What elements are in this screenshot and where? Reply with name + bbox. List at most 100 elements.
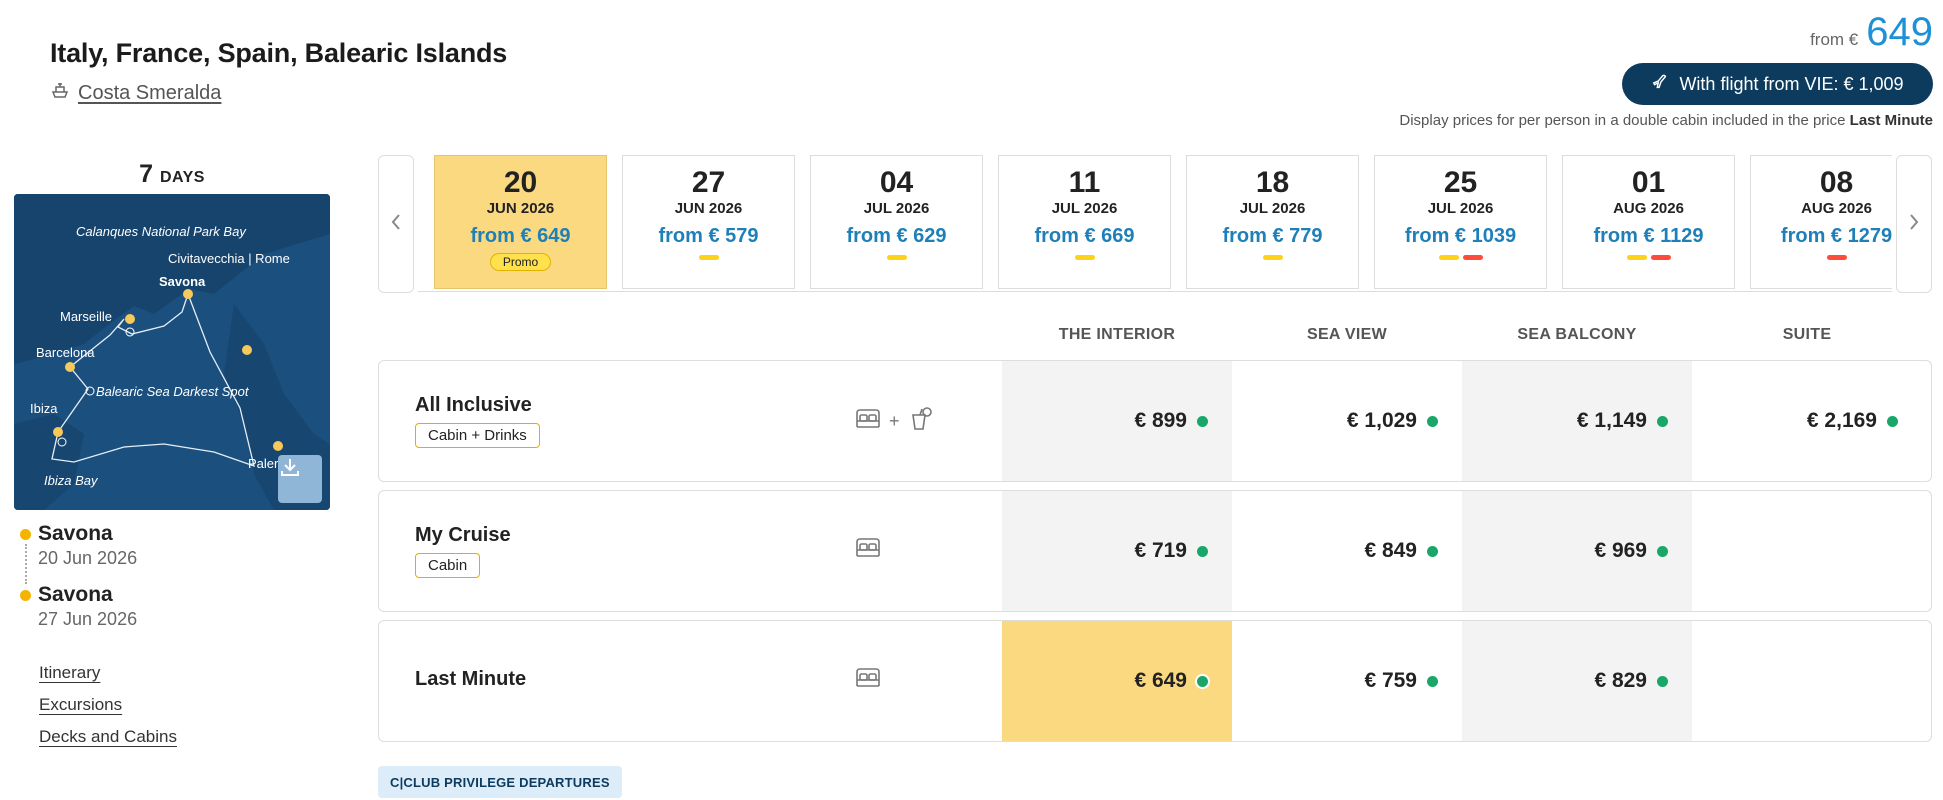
detail-links: Itinerary Excursions Decks and Cabins — [39, 663, 177, 759]
date-card[interactable]: 11 JUL 2026 from € 669 — [998, 155, 1171, 289]
date-card[interactable]: 18 JUL 2026 from € 779 — [1186, 155, 1359, 289]
fare-icons — [855, 536, 881, 565]
date-card[interactable]: 04 JUL 2026 from € 629 — [810, 155, 983, 289]
price-sea-balcony[interactable]: € 829 — [1462, 621, 1692, 741]
strip-divider — [418, 291, 1892, 292]
decks-cabins-link[interactable]: Decks and Cabins — [39, 727, 177, 747]
fare-name: Last Minute — [415, 668, 527, 690]
availability-yellow-icon — [886, 255, 907, 260]
col-interior: THE INTERIOR — [1058, 326, 1176, 343]
excursions-link[interactable]: Excursions — [39, 695, 177, 715]
duration-unit: DAYS — [159, 169, 205, 186]
map-label: Savona — [159, 274, 206, 289]
available-icon — [1657, 545, 1668, 557]
date-card[interactable]: 25 JUL 2026 from € 1039 — [1374, 155, 1547, 289]
date-card[interactable]: 27 JUN 2026 from € 579 — [622, 155, 795, 289]
arrival-date: 27 Jun 2026 — [38, 609, 138, 629]
col-sea-balcony: SEA BALCONY — [1517, 326, 1637, 343]
fare-tag: Cabin + Drinks — [415, 423, 540, 448]
map-label: Civitavecchia | Rome — [168, 251, 290, 266]
flight-option-button[interactable]: With flight from VIE: € 1,009 — [1622, 63, 1933, 105]
from-price: 649 — [1866, 10, 1933, 54]
price-suite[interactable]: € 2,169 — [1692, 361, 1922, 481]
date-card[interactable]: 08 AUG 2026 from € 1279 — [1750, 155, 1892, 289]
date-month: AUG 2026 — [1801, 200, 1872, 217]
availability-red-icon — [1650, 255, 1671, 260]
price-value: € 829 — [1594, 669, 1647, 692]
price-value: € 1,029 — [1346, 409, 1417, 432]
plus-icon: + — [889, 411, 900, 431]
available-icon — [1197, 545, 1208, 557]
date-price: from € 629 — [846, 225, 947, 247]
fare-tag: Cabin — [415, 553, 481, 578]
map-label: Calanques National Park Bay — [76, 224, 246, 239]
departure-dates: 20 JUN 2026 from € 649 Promo 27 JUN 2026 from … — [418, 155, 1892, 293]
dates-prev-button[interactable] — [378, 155, 414, 293]
download-map-button[interactable] — [278, 455, 322, 503]
fare-row-last-minute: Last Minute € 649 € 759 € 829 — [378, 620, 1932, 742]
date-card-selected[interactable]: 20 JUN 2026 from € 649 Promo — [434, 155, 607, 289]
date-price: from € 579 — [658, 225, 759, 247]
price-value: € 2,169 — [1806, 409, 1877, 432]
price-note-bold: Last Minute — [1849, 112, 1933, 129]
date-day: 27 — [691, 166, 726, 199]
price-value: € 719 — [1134, 539, 1187, 562]
availability-yellow-icon — [1626, 255, 1647, 260]
departure-port: Savona 20 Jun 2026 — [20, 522, 137, 569]
itinerary-map[interactable]: Calanques National Park Bay Civitavecchi… — [14, 194, 330, 510]
arrival-port: Savona 27 Jun 2026 — [20, 583, 137, 630]
duration-number: 7 — [139, 160, 153, 188]
club-privilege-badge[interactable]: C|CLUB PRIVILEGE DEPARTURES — [378, 766, 622, 798]
date-day: 11 — [1068, 166, 1101, 199]
available-icon — [1197, 415, 1208, 427]
date-price: from € 1039 — [1404, 225, 1517, 247]
col-suite: SUITE — [1782, 326, 1832, 343]
price-note-text: Display prices for per person in a doubl… — [1399, 112, 1846, 129]
price-sea-balcony[interactable]: € 1,149 — [1462, 361, 1692, 481]
itinerary-link[interactable]: Itinerary — [39, 663, 177, 683]
date-card[interactable]: 01 AUG 2026 from € 1129 — [1562, 155, 1735, 289]
page-title: Italy, France, Spain, Balearic Islands — [50, 38, 508, 68]
availability-bars — [623, 255, 794, 260]
from-label: from € — [1810, 30, 1859, 49]
price-sea-view[interactable]: € 849 — [1232, 491, 1462, 611]
price-interior-selected[interactable]: € 649 — [1002, 621, 1232, 741]
availability-red-icon — [1826, 255, 1847, 260]
price-sea-view[interactable]: € 759 — [1232, 621, 1462, 741]
fare-row-all-inclusive: All Inclusive Cabin + Drinks + € 899 € 1… — [378, 360, 1932, 482]
availability-bars — [999, 255, 1170, 260]
availability-bars — [1375, 255, 1546, 260]
map-label: Ibiza Bay — [44, 473, 98, 488]
availability-yellow-icon — [698, 255, 719, 260]
availability-bars — [1751, 255, 1892, 260]
date-day: 20 — [503, 166, 538, 199]
date-month: JUL 2026 — [863, 200, 930, 217]
availability-bars — [1187, 255, 1358, 260]
date-price: from € 669 — [1034, 225, 1135, 247]
date-day: 04 — [879, 166, 914, 199]
port-dot-icon — [20, 529, 31, 540]
price-sea-view[interactable]: € 1,029 — [1232, 361, 1462, 481]
fare-row-my-cruise: My Cruise Cabin € 719 € 849 € 969 — [378, 490, 1932, 612]
date-day: 25 — [1443, 166, 1478, 199]
availability-red-icon — [1462, 255, 1483, 260]
price-value: € 649 — [1134, 669, 1187, 692]
available-icon — [1427, 675, 1438, 687]
map-label: Marseille — [60, 309, 113, 324]
port-dot-icon — [20, 590, 31, 601]
price-sea-balcony[interactable]: € 969 — [1462, 491, 1692, 611]
date-month: JUL 2026 — [1427, 200, 1494, 217]
ship-link[interactable]: Costa Smeralda — [50, 80, 221, 106]
route-ports: Savona 20 Jun 2026 Savona 27 Jun 2026 — [20, 522, 137, 644]
bed-icon — [855, 407, 881, 436]
date-day: 08 — [1819, 166, 1854, 199]
date-month: JUL 2026 — [1051, 200, 1118, 217]
price-interior[interactable]: € 719 — [1002, 491, 1232, 611]
price-value: € 899 — [1134, 409, 1187, 432]
date-price: from € 649 — [470, 225, 571, 247]
dates-next-button[interactable] — [1896, 155, 1932, 293]
price-interior[interactable]: € 899 — [1002, 361, 1232, 481]
bed-icon — [855, 536, 881, 565]
map-label: Balearic Sea Darkest Spot — [96, 384, 249, 399]
ship-name[interactable]: Costa Smeralda — [78, 82, 221, 105]
